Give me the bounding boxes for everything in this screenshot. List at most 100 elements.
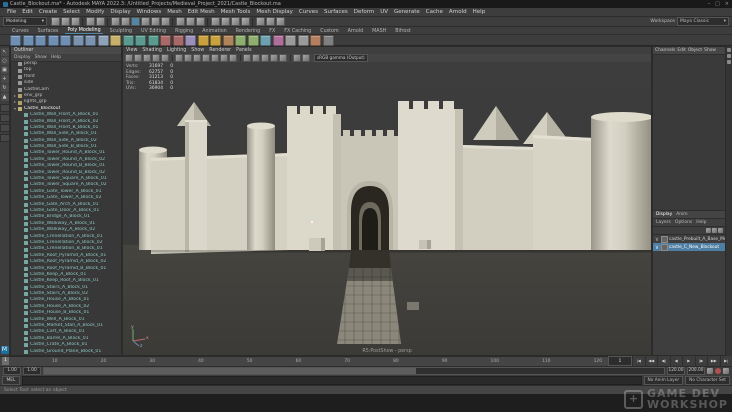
poly-sphere-icon[interactable] <box>10 34 21 46</box>
shelf-tab[interactable]: UV Editing <box>139 29 168 34</box>
smooth-icon[interactable] <box>285 34 296 46</box>
wireframe-icon[interactable] <box>175 54 183 62</box>
current-time-marker[interactable]: 1 <box>2 357 9 365</box>
menu-item[interactable]: Windows <box>134 9 165 15</box>
play-forwards-button[interactable]: ▶ <box>682 356 695 366</box>
maximize-button[interactable]: □ <box>715 1 720 7</box>
menu-item[interactable]: Curves <box>296 9 321 15</box>
viewport-menu-item[interactable]: View <box>126 48 137 53</box>
menu-item[interactable]: Arnold <box>446 9 470 15</box>
resolution-gate-icon[interactable] <box>261 54 269 62</box>
animation-preferences-icon[interactable] <box>723 368 729 374</box>
multi-cut-icon[interactable] <box>235 34 246 46</box>
menu-item[interactable]: Edit Mesh <box>185 9 218 15</box>
shelf-tab[interactable]: Sculpting <box>108 29 134 34</box>
viewport-menu-item[interactable]: Renderer <box>209 48 231 53</box>
image-plane-icon[interactable] <box>152 54 160 62</box>
symmetry-icon[interactable] <box>185 17 195 26</box>
quad-draw-icon[interactable] <box>260 34 271 46</box>
step-forward-frame-button[interactable]: ▶▶ <box>707 356 720 366</box>
select-tool[interactable]: ↖ <box>0 48 9 56</box>
animation-start-field[interactable]: 1.00 <box>3 367 21 375</box>
workspace-selector[interactable]: Maya Classic ▾ <box>677 17 729 26</box>
shelf-tab[interactable]: Arnold <box>346 29 366 34</box>
outliner-menu-item[interactable]: Help <box>51 55 61 60</box>
channel-box-menu-item[interactable]: Object <box>688 48 702 53</box>
isolate-select-icon[interactable] <box>243 54 251 62</box>
separate-icon[interactable] <box>172 34 184 46</box>
save-scene-icon[interactable] <box>70 17 80 26</box>
time-slider[interactable]: 1102030405060708090100110120 <box>0 356 608 366</box>
shelf-tab[interactable]: Bifrost <box>393 29 413 34</box>
anti-alias-icon[interactable] <box>229 54 237 62</box>
lock-camera-icon[interactable] <box>125 54 133 62</box>
render-frame-icon[interactable] <box>210 17 220 26</box>
2d-pan-zoom-icon[interactable] <box>161 54 169 62</box>
tool-settings-toggle-icon[interactable] <box>727 54 731 58</box>
shelf-tab[interactable]: FX <box>267 29 277 34</box>
menu-item[interactable]: Mesh Display <box>253 9 296 15</box>
menu-item[interactable]: Edit <box>19 9 36 15</box>
super-shape-icon[interactable] <box>110 34 121 46</box>
layer-menu-item[interactable]: Layers <box>656 220 671 225</box>
new-empty-layer-icon[interactable] <box>712 228 717 233</box>
menu-item[interactable]: Cache <box>423 9 446 15</box>
lasso-select-tool[interactable]: ○ <box>0 57 9 65</box>
menu-item[interactable]: Display <box>107 9 133 15</box>
playback-end-field[interactable]: 120.00 <box>667 367 685 375</box>
poly-plane-icon[interactable] <box>47 34 59 46</box>
viewport-menu-item[interactable]: Panels <box>236 48 251 53</box>
layer-color-swatch[interactable] <box>661 243 668 251</box>
snap-view-icon[interactable] <box>150 17 160 26</box>
make-live-icon[interactable] <box>160 17 170 26</box>
layout-single-pane[interactable] <box>0 104 10 112</box>
shelf-tab[interactable]: MASH <box>370 29 388 34</box>
menu-item[interactable]: Select <box>60 9 83 15</box>
animation-end-field[interactable]: 200.00 <box>687 367 705 375</box>
smooth-shade-icon[interactable] <box>184 54 192 62</box>
menu-item[interactable]: Generate <box>391 9 423 15</box>
step-back-key-button[interactable]: ◀| <box>657 356 670 366</box>
menu-item[interactable]: File <box>4 9 19 15</box>
bevel-icon[interactable] <box>197 34 209 46</box>
viewport-menu-item[interactable]: Lighting <box>167 48 186 53</box>
mirror-icon[interactable] <box>272 34 284 46</box>
snap-grid-icon[interactable] <box>110 17 120 26</box>
layout-four-pane[interactable] <box>0 114 10 122</box>
channel-box-toggle-icon[interactable] <box>727 60 731 64</box>
layer-visibility-toggle[interactable]: V <box>654 245 660 250</box>
snap-point-icon[interactable] <box>130 17 140 26</box>
playback-start-field[interactable]: 1.00 <box>23 367 41 375</box>
move-tool[interactable]: + <box>0 75 9 83</box>
menu-item[interactable]: Help <box>470 9 489 15</box>
shelf-tab[interactable]: Rigging <box>173 29 195 34</box>
bridge-icon[interactable] <box>210 34 221 46</box>
new-layer-from-selected-icon[interactable] <box>718 228 723 233</box>
layout-persp-outliner[interactable] <box>0 124 10 132</box>
layer-visibility-toggle[interactable]: V <box>654 237 660 242</box>
layer-menu-item[interactable]: Help <box>696 220 706 225</box>
layer-color-swatch[interactable] <box>661 235 668 243</box>
safe-action-icon[interactable] <box>279 54 287 62</box>
go-to-start-button[interactable]: |◀ <box>632 356 645 366</box>
anim-layer-selector[interactable]: No Character Set <box>685 375 730 385</box>
highlight-selection-icon[interactable] <box>195 17 205 26</box>
gate-mask-icon[interactable] <box>270 54 278 62</box>
outliner-item[interactable]: Castle_Ground_Plane_Block_01 <box>11 349 121 355</box>
layer-editor-tab[interactable]: Display <box>656 212 672 217</box>
step-forward-key-button[interactable]: |▶ <box>694 356 708 366</box>
snap-curve-icon[interactable] <box>120 17 130 26</box>
scale-tool[interactable]: ▲ <box>0 93 9 101</box>
menu-item[interactable]: Surfaces <box>321 9 351 15</box>
play-backwards-button[interactable]: ◀ <box>669 356 683 366</box>
paint-select-tool[interactable]: ▣ <box>0 66 9 74</box>
redo-icon[interactable] <box>95 17 105 26</box>
boolean-difference-icon[interactable] <box>135 34 146 46</box>
playback-options-icon[interactable] <box>707 368 713 374</box>
layer-menu-item[interactable]: Options <box>675 220 692 225</box>
outliner-menu-item[interactable]: Display <box>14 55 31 60</box>
range-slider-bar[interactable] <box>43 367 665 375</box>
mel-label[interactable]: MEL <box>2 375 20 385</box>
view-transform-selector[interactable]: sRGB gamma (Output) <box>314 54 368 62</box>
extract-icon[interactable] <box>185 34 196 46</box>
